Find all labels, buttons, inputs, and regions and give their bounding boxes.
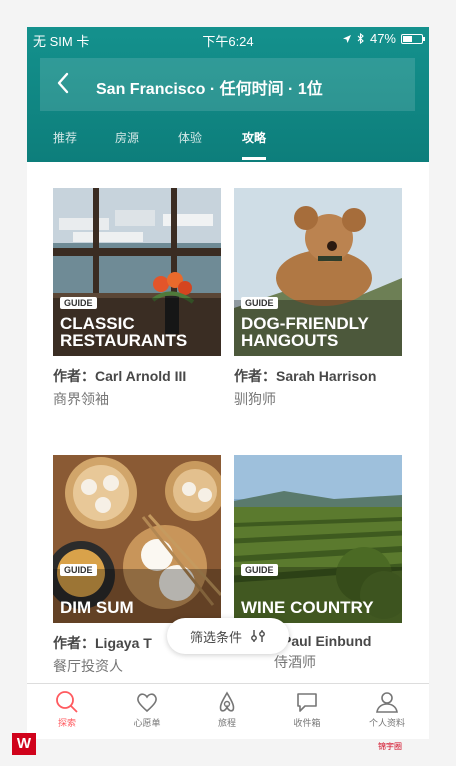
nav-profile[interactable]: 个人资料	[347, 690, 427, 729]
person-icon	[376, 692, 398, 713]
guide-title: DOG-FRIENDLY HANGOUTS	[241, 314, 369, 350]
chat-icon	[297, 693, 317, 712]
tab-experiences[interactable]: 体验	[178, 129, 202, 146]
nav-label: 收件箱	[293, 718, 321, 728]
guide-card-dog-friendly-hangouts[interactable]: GUIDE DOG-FRIENDLY HANGOUTS 作者：Sarah Har…	[234, 188, 402, 409]
nav-label: 个人资料	[368, 718, 405, 728]
guide-author-role: 侍酒师	[274, 654, 316, 670]
search-bar[interactable]: San Francisco · 任何时间 · 1位	[40, 58, 415, 111]
tab-homes[interactable]: 房源	[115, 129, 139, 146]
guide-title: DIM SUM	[60, 598, 134, 617]
guide-title: WINE COUNTRY	[241, 598, 374, 617]
filter-button[interactable]: 筛选条件	[167, 618, 289, 654]
guide-card-classic-restaurants[interactable]: GUIDE CLASSIC RESTAURANTS 作者：Carl Arnold…	[53, 188, 221, 409]
site-logo: W	[12, 733, 36, 755]
guide-badge: GUIDE	[60, 297, 97, 309]
tab-guides[interactable]: 攻略	[242, 129, 267, 160]
nav-explore[interactable]: 探索	[27, 690, 107, 729]
header: 无 SIM 卡 下午6:24 47% San Francisco · 任何时间 …	[27, 27, 429, 162]
guide-author-role: 商界领袖	[53, 391, 109, 407]
guide-author: 作者：Sarah Harrison	[234, 368, 377, 384]
status-right: 47%	[342, 31, 425, 46]
battery-icon	[401, 33, 425, 44]
tab-label: 攻略	[242, 131, 267, 145]
search-icon	[56, 691, 78, 713]
status-bar: 无 SIM 卡 下午6:24 47%	[27, 27, 429, 51]
guide-author-role: 餐厅投资人	[53, 658, 123, 674]
active-tab-indicator	[242, 157, 267, 160]
nav-label: 心愿单	[133, 718, 161, 728]
guide-image: GUIDE DIM SUM	[53, 455, 221, 623]
guide-author: 作者：Carl Arnold III	[53, 368, 187, 384]
watermark: 锦宇圈	[378, 742, 402, 751]
airbnb-logo-icon	[219, 691, 235, 712]
heart-icon	[137, 693, 157, 713]
tab-label: 体验	[178, 131, 203, 145]
nav-inbox[interactable]: 收件箱	[267, 690, 347, 729]
guide-badge: GUIDE	[60, 564, 97, 576]
nav-trips[interactable]: 旅程	[187, 690, 267, 729]
bottom-tab-bar: 探索 心愿单 旅程 收件箱 个人资料	[27, 683, 429, 739]
phone-screen: 无 SIM 卡 下午6:24 47% San Francisco · 任何时间 …	[27, 27, 429, 739]
tab-label: 推荐	[53, 131, 78, 145]
nav-label: 旅程	[217, 718, 236, 728]
tab-recommended[interactable]: 推荐	[53, 129, 77, 146]
back-chevron-icon[interactable]	[56, 69, 70, 99]
guide-image: GUIDE WINE COUNTRY	[234, 455, 402, 623]
bluetooth-icon	[357, 33, 364, 44]
tab-label: 房源	[115, 131, 140, 145]
guide-badge: GUIDE	[241, 297, 278, 309]
guide-image: GUIDE DOG-FRIENDLY HANGOUTS	[234, 188, 402, 356]
category-tabs: 推荐 房源 体验 攻略	[27, 125, 429, 162]
guides-grid: GUIDE CLASSIC RESTAURANTS 作者：Carl Arnold…	[27, 162, 429, 683]
filter-sliders-icon	[251, 630, 265, 642]
filter-label: 筛选条件	[189, 629, 242, 645]
guide-title: CLASSIC RESTAURANTS	[60, 314, 188, 350]
nav-wishlist[interactable]: 心愿单	[107, 690, 187, 729]
guide-author-role: 驯狗师	[234, 391, 276, 407]
guide-badge: GUIDE	[241, 564, 278, 576]
battery-percent: 47%	[369, 31, 396, 46]
guide-image: GUIDE CLASSIC RESTAURANTS	[53, 188, 221, 356]
nav-label: 探索	[57, 718, 76, 728]
search-query[interactable]: San Francisco · 任何时间 · 1位	[96, 75, 323, 99]
location-arrow-icon	[342, 34, 351, 43]
